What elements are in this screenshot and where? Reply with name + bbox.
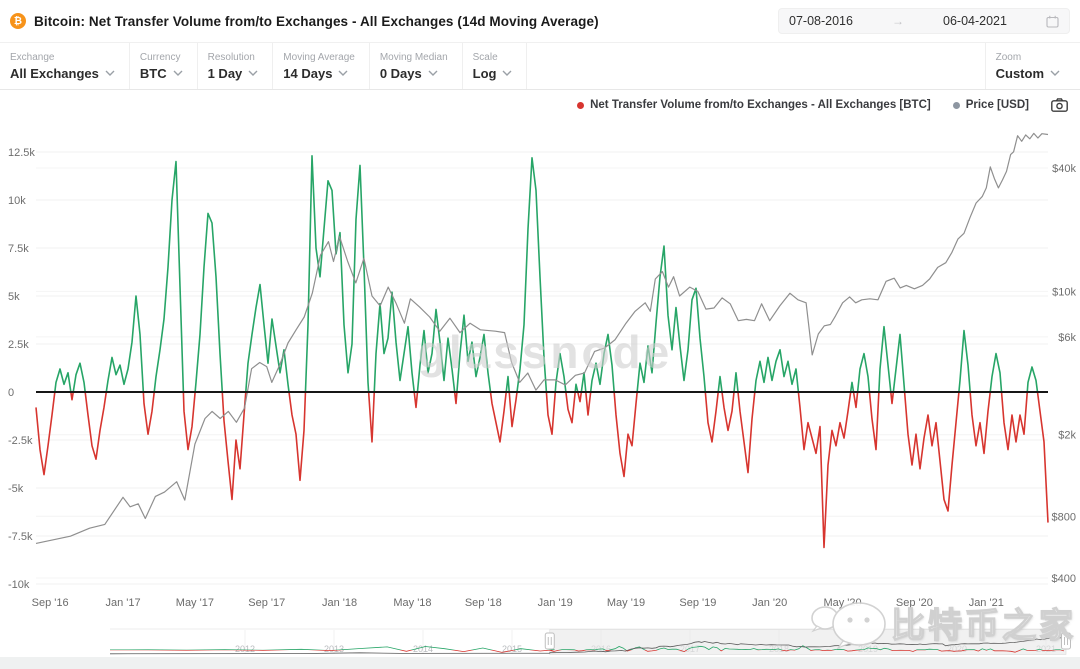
- calendar-icon: [1046, 15, 1059, 28]
- date-range-arrow-icon: →: [892, 14, 904, 28]
- timeline-navigator[interactable]: 2012201320142015201620172018201920202021: [0, 628, 1080, 669]
- control-zoom[interactable]: Zoom Custom: [985, 43, 1080, 89]
- chevron-down-icon: [428, 70, 438, 76]
- date-range-picker[interactable]: 07-08-2016 → 06-04-2021: [778, 8, 1070, 34]
- x-axis-label: Jan '17: [105, 597, 140, 609]
- date-from: 07-08-2016: [789, 14, 853, 28]
- y-axis-label-right: $400: [1052, 573, 1076, 585]
- control-value: 1 Day: [208, 66, 259, 81]
- glassnode-watermark: glassnode: [418, 326, 673, 378]
- control-value: Custom: [996, 66, 1060, 81]
- legend: Net Transfer Volume from/to Exchanges - …: [0, 90, 1080, 120]
- control-moving-median[interactable]: Moving Median 0 Days: [370, 43, 463, 89]
- chevron-down-icon: [1050, 70, 1060, 76]
- x-axis-label: May '20: [823, 597, 861, 609]
- x-axis-label: Sep '16: [32, 597, 69, 609]
- control-label: Scale: [473, 52, 513, 63]
- chevron-down-icon: [248, 70, 258, 76]
- y-axis-label-right: $10k: [1052, 286, 1076, 298]
- control-value: Log: [473, 66, 513, 81]
- y-axis-label-left: -10k: [8, 579, 30, 591]
- control-scale[interactable]: Scale Log: [463, 43, 528, 89]
- control-value: BTC: [140, 66, 183, 81]
- x-axis-label: Sep '20: [896, 597, 933, 609]
- control-label: Exchange: [10, 52, 115, 63]
- legend-item-price[interactable]: Price [USD]: [953, 99, 1029, 111]
- control-exchange[interactable]: Exchange All Exchanges: [0, 43, 130, 89]
- chart-toolbar: Exchange All Exchanges Currency BTC Resoluti…: [0, 42, 1080, 90]
- y-axis-label-left: -7.5k: [8, 531, 33, 543]
- navigator-bottom-strip: [0, 657, 1080, 669]
- navigator-year-label: 2013: [324, 644, 344, 654]
- legend-item-net-transfer-volume[interactable]: Net Transfer Volume from/to Exchanges - …: [577, 99, 931, 111]
- control-label: Currency: [140, 52, 183, 63]
- y-axis-label-left: -5k: [8, 483, 24, 495]
- x-axis-label: Jan '21: [969, 597, 1004, 609]
- control-label: Zoom: [996, 52, 1060, 63]
- legend-dot-gray: [953, 102, 960, 109]
- bitcoin-icon: ₿: [10, 13, 26, 29]
- y-axis-label-left: 7.5k: [8, 243, 29, 255]
- camera-button[interactable]: [1051, 98, 1068, 112]
- chevron-down-icon: [338, 70, 348, 76]
- x-axis-label: Sep '18: [465, 597, 502, 609]
- date-to: 06-04-2021: [943, 14, 1007, 28]
- y-axis-label-right: $2k: [1058, 430, 1076, 442]
- chevron-down-icon: [173, 70, 183, 76]
- y-axis-label-left: 0: [8, 387, 14, 399]
- navigator-handle-left[interactable]: [545, 633, 554, 649]
- y-axis-label-right: $40k: [1052, 163, 1076, 175]
- control-resolution[interactable]: Resolution 1 Day: [198, 43, 274, 89]
- y-axis-label-right: $6k: [1058, 332, 1076, 344]
- navigator-handle-right[interactable]: [1062, 633, 1071, 649]
- legend-label-price: Price [USD]: [966, 99, 1029, 111]
- legend-dot-red: [577, 102, 584, 109]
- control-moving-average[interactable]: Moving Average 14 Days: [273, 43, 370, 89]
- control-value: 14 Days: [283, 66, 355, 81]
- control-label: Resolution: [208, 52, 259, 63]
- control-currency[interactable]: Currency BTC: [130, 43, 198, 89]
- chevron-down-icon: [105, 70, 115, 76]
- y-axis-label-left: 2.5k: [8, 339, 29, 351]
- main-chart[interactable]: 12.5k 10k 7.5k 5k 2.5k 0 -2.5k -5k -7.5k -10k $40k…: [0, 120, 1080, 628]
- navigator-year-label: 2012: [235, 644, 255, 654]
- y-axis-label-right: $800: [1052, 511, 1076, 523]
- x-axis-label: May '18: [393, 597, 431, 609]
- header: ₿ Bitcoin: Net Transfer Volume from/to E…: [0, 0, 1080, 42]
- control-value: All Exchanges: [10, 66, 115, 81]
- y-axis-label-left: 10k: [8, 195, 26, 207]
- title-wrap: ₿ Bitcoin: Net Transfer Volume from/to E…: [10, 13, 599, 29]
- legend-label-net-transfer-volume: Net Transfer Volume from/to Exchanges - …: [590, 99, 931, 111]
- y-axis-label-left: 5k: [8, 291, 20, 303]
- chevron-down-icon: [502, 70, 512, 76]
- y-axis-label-left: 12.5k: [8, 147, 35, 159]
- control-label: Moving Average: [283, 52, 355, 63]
- control-label: Moving Median: [380, 52, 448, 63]
- x-axis-label: Jan '19: [538, 597, 573, 609]
- x-axis-label: May '17: [176, 597, 214, 609]
- control-value: 0 Days: [380, 66, 448, 81]
- y-axis-label-left: -2.5k: [8, 435, 33, 447]
- x-axis-label: Jan '20: [752, 597, 787, 609]
- x-axis-label: Jan '18: [322, 597, 357, 609]
- x-axis-label: Sep '17: [248, 597, 285, 609]
- page-title: Bitcoin: Net Transfer Volume from/to Exc…: [34, 14, 599, 29]
- x-axis-label: May '19: [607, 597, 645, 609]
- x-axis-label: Sep '19: [679, 597, 716, 609]
